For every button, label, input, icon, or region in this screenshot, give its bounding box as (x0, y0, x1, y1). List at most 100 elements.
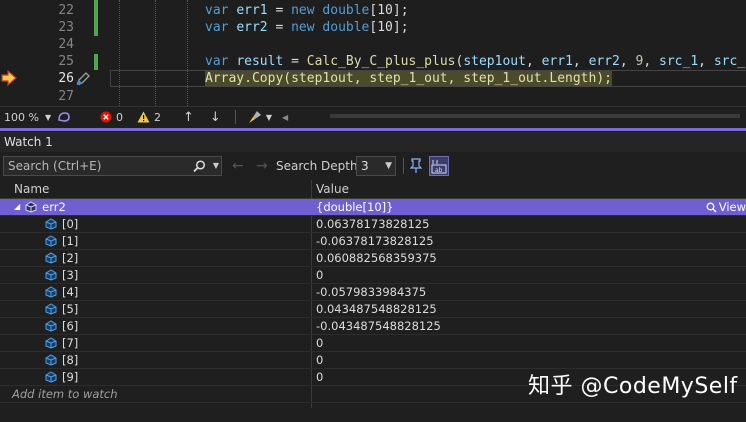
watch-row-item[interactable]: [6] -0.043487548828125 (0, 318, 746, 335)
row-value[interactable]: -0.06378173828125 (316, 233, 434, 249)
cube-icon (45, 354, 57, 366)
warning-count[interactable]: 2 (137, 111, 161, 124)
chevron-down-icon: ▼ (44, 112, 52, 122)
code-text[interactable]: Array.Copy(step1out, step_1_out, step_1_… (205, 70, 612, 88)
watch-toolbar: Search (Ctrl+E) ▼ ← → Search Depth: 3 ▼ … (0, 153, 746, 179)
row-name: [2] (44, 250, 78, 266)
row-value[interactable]: 0 (316, 369, 323, 385)
code-text[interactable]: var err2 = new double[10]; (205, 19, 409, 37)
watch-row-item[interactable]: [2] 0.060882568359375 (0, 250, 746, 267)
cleanup-brush-icon[interactable] (248, 110, 262, 124)
cube-icon (45, 320, 57, 332)
chevron-down-icon: ▼ (212, 161, 219, 170)
horizontal-scrollbar[interactable] (330, 114, 740, 118)
search-previous-icon[interactable]: ← (232, 158, 244, 174)
divider (234, 110, 236, 124)
element-index: [2] (62, 251, 79, 265)
chevron-down-icon[interactable]: ▼ (266, 113, 272, 122)
cube-icon (45, 337, 57, 349)
row-name: [5] (44, 301, 78, 317)
code-line[interactable]: 22 var err1 = new double[10]; (0, 2, 746, 20)
search-button[interactable]: ▼ (193, 158, 219, 174)
code-text[interactable]: var err1 = new double[10]; (205, 2, 409, 20)
element-index: [3] (62, 268, 79, 282)
row-value[interactable]: 0 (316, 267, 323, 283)
watch-row-item[interactable]: [4] -0.0579833984375 (0, 284, 746, 301)
row-name: [6] (44, 318, 78, 334)
search-depth-value: 3 (361, 159, 369, 173)
raw-view-icon[interactable]: ab (429, 156, 449, 176)
row-name: [1] (44, 233, 78, 249)
expand-toggle-icon[interactable]: ◢ (14, 199, 20, 215)
watch-row-item[interactable]: [1] -0.06378173828125 (0, 233, 746, 250)
row-value[interactable]: 0.043487548828125 (316, 301, 437, 317)
row-value[interactable]: 0.060882568359375 (316, 250, 437, 266)
row-value[interactable]: -0.043487548828125 (316, 318, 441, 334)
element-index: [1] (62, 234, 79, 248)
row-value[interactable]: -0.0579833984375 (316, 284, 426, 300)
row-name: [3] (44, 267, 78, 283)
search-input[interactable]: Search (Ctrl+E) ▼ (3, 156, 222, 176)
scroll-left-icon[interactable]: ◀ (282, 113, 288, 122)
row-value[interactable]: 0 (316, 352, 323, 368)
zoom-control[interactable]: 100 % ▼ (4, 111, 52, 124)
row-name: ◢ err2 (14, 199, 66, 215)
code-line[interactable]: 25 var result = Calc_By_C_plus_plus(step… (0, 53, 746, 71)
error-circle-icon (100, 111, 112, 123)
line-number: 25 (58, 54, 74, 69)
add-item-placeholder[interactable]: Add item to watch (12, 386, 118, 402)
row-value[interactable]: 0 (316, 335, 323, 351)
code-text[interactable]: var result = Calc_By_C_plus_plus(step1ou… (205, 53, 746, 71)
cube-icon (45, 252, 57, 264)
watch-row-root[interactable]: ◢ err2 {double[10]} View (0, 199, 746, 216)
row-value[interactable]: {double[10]} (316, 199, 393, 215)
code-line-current[interactable]: 26 Array.Copy(step1out, step_1_out, step… (0, 70, 746, 88)
column-header-value[interactable]: Value (316, 180, 349, 198)
element-index: [7] (62, 336, 79, 350)
grid-header: Name Value (0, 180, 746, 199)
intellicode-icon[interactable] (56, 110, 72, 124)
code-line[interactable]: 27 (0, 88, 746, 106)
code-line[interactable]: 23 var err2 = new double[10]; (0, 19, 746, 37)
watch-window-title[interactable]: Watch 1 (0, 132, 746, 152)
element-index: [4] (62, 285, 79, 299)
watch-row-item[interactable]: [0] 0.06378173828125 (0, 216, 746, 233)
code-editor[interactable]: 22 var err1 = new double[10]; 23 var err… (0, 0, 746, 106)
code-line[interactable]: 24 (0, 36, 746, 54)
chevron-down-icon: ▼ (385, 161, 392, 171)
watch-row-item[interactable]: [7] 0 (0, 335, 746, 352)
edit-pencil-icon[interactable] (75, 71, 91, 87)
pin-icon[interactable] (409, 158, 423, 174)
element-index: [9] (62, 370, 79, 384)
arrow-up-icon[interactable]: ↑ (183, 110, 194, 125)
line-number: 23 (58, 20, 74, 35)
row-name: [0] (44, 216, 78, 232)
search-depth-label: Search Depth: (276, 159, 362, 173)
arrow-down-icon[interactable]: ↓ (210, 110, 221, 125)
row-name: [8] (44, 352, 78, 368)
row-name: [7] (44, 335, 78, 351)
watermark: 知乎 @CodeMySelf (528, 374, 738, 399)
variable-name: err2 (42, 200, 66, 214)
cube-icon (45, 286, 57, 298)
cube-icon (45, 269, 57, 281)
line-number: 27 (58, 89, 74, 104)
watch-row-item[interactable]: [3] 0 (0, 267, 746, 284)
svg-text:ab: ab (435, 167, 443, 174)
watch-row-item[interactable]: [8] 0 (0, 352, 746, 369)
element-index: [5] (62, 302, 79, 316)
error-count[interactable]: 0 (100, 111, 123, 124)
column-header-name[interactable]: Name (14, 180, 49, 198)
search-placeholder: Search (Ctrl+E) (8, 159, 102, 173)
search-depth-select[interactable]: 3 ▼ (356, 156, 396, 176)
search-icon (193, 159, 206, 172)
zoom-level[interactable]: 100 % (4, 111, 39, 124)
warning-count-value: 2 (154, 110, 161, 124)
search-next-icon[interactable]: → (256, 158, 268, 174)
search-icon (706, 202, 717, 213)
watch-row-item[interactable]: [5] 0.043487548828125 (0, 301, 746, 318)
cube-icon (25, 201, 37, 213)
cube-icon (45, 235, 57, 247)
view-button[interactable]: View (706, 199, 746, 215)
row-value[interactable]: 0.06378173828125 (316, 216, 429, 232)
